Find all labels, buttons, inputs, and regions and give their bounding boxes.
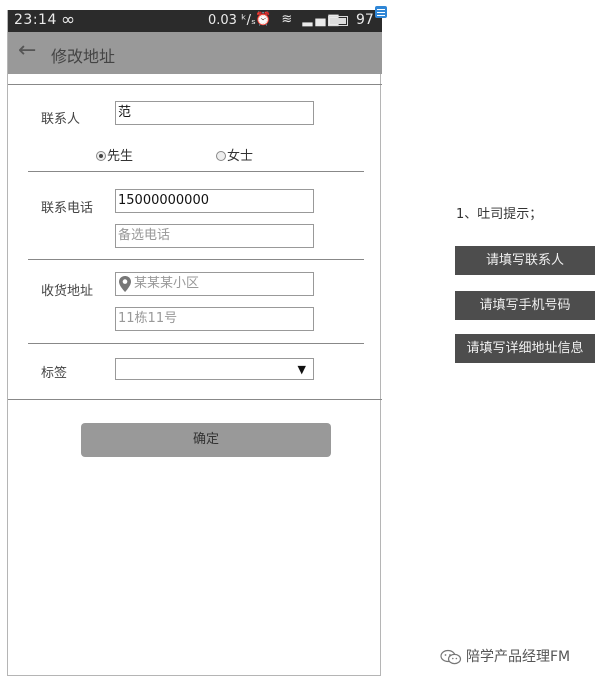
location-pin-icon <box>119 275 131 292</box>
gender-male-label: 先生 <box>107 149 134 164</box>
divider <box>8 84 382 85</box>
back-arrow-icon[interactable]: ← <box>18 38 36 63</box>
network-speed: 0.03 ᵏ/ₛ <box>208 13 256 28</box>
phone-frame: 23:14 ∞ 0.03 ᵏ/ₛ ⏰ ≋ ▂▄▆ 97 ← 修改地址 联系人 范… <box>7 10 382 676</box>
phone-input[interactable]: 15000000000 <box>115 189 314 213</box>
gender-option-female[interactable]: 女士 <box>216 145 253 164</box>
backup-phone-input[interactable]: 备选电话 <box>115 224 314 248</box>
watermark-text: 陪学产品经理FM <box>466 649 571 665</box>
address-input[interactable]: 某某某小区 <box>115 272 314 296</box>
dropdown-arrow-icon: ▼ <box>297 363 306 376</box>
address-detail-input[interactable]: 11栋11号 <box>115 307 314 331</box>
menu-icon[interactable] <box>375 6 387 18</box>
gender-option-male[interactable]: 先生 <box>96 145 133 164</box>
phone-label: 联系电话 <box>41 201 94 216</box>
app-header: ← 修改地址 <box>8 32 382 74</box>
divider <box>28 343 364 344</box>
wechat-icon <box>440 649 462 665</box>
battery-level: 97 <box>356 12 374 28</box>
divider <box>28 171 364 172</box>
address-label: 收货地址 <box>41 284 94 299</box>
address-placeholder: 某某某小区 <box>134 276 200 291</box>
contact-label: 联系人 <box>41 112 81 127</box>
annotation-note: 1、吐司提示； <box>456 207 543 222</box>
divider <box>8 399 382 400</box>
divider <box>28 259 364 260</box>
contact-input[interactable]: 范 <box>115 101 314 125</box>
tag-select[interactable]: ▼ <box>115 358 314 380</box>
radio-checked-icon[interactable] <box>96 151 106 161</box>
status-time: 23:14 <box>14 12 57 28</box>
gender-female-label: 女士 <box>227 149 254 164</box>
confirm-button[interactable]: 确定 <box>81 423 331 457</box>
toast-phone: 请填写手机号码 <box>455 291 595 320</box>
watermark: 陪学产品经理FM <box>440 646 570 666</box>
toast-contact: 请填写联系人 <box>455 246 595 275</box>
tag-label: 标签 <box>41 366 68 381</box>
page-title: 修改地址 <box>51 47 116 66</box>
battery-icon <box>328 16 348 26</box>
toast-address: 请填写详细地址信息 <box>455 334 595 363</box>
radio-unchecked-icon[interactable] <box>216 151 226 161</box>
status-bar: 23:14 ∞ 0.03 ᵏ/ₛ ⏰ ≋ ▂▄▆ 97 <box>8 10 382 32</box>
infinity-icon: ∞ <box>61 10 76 30</box>
